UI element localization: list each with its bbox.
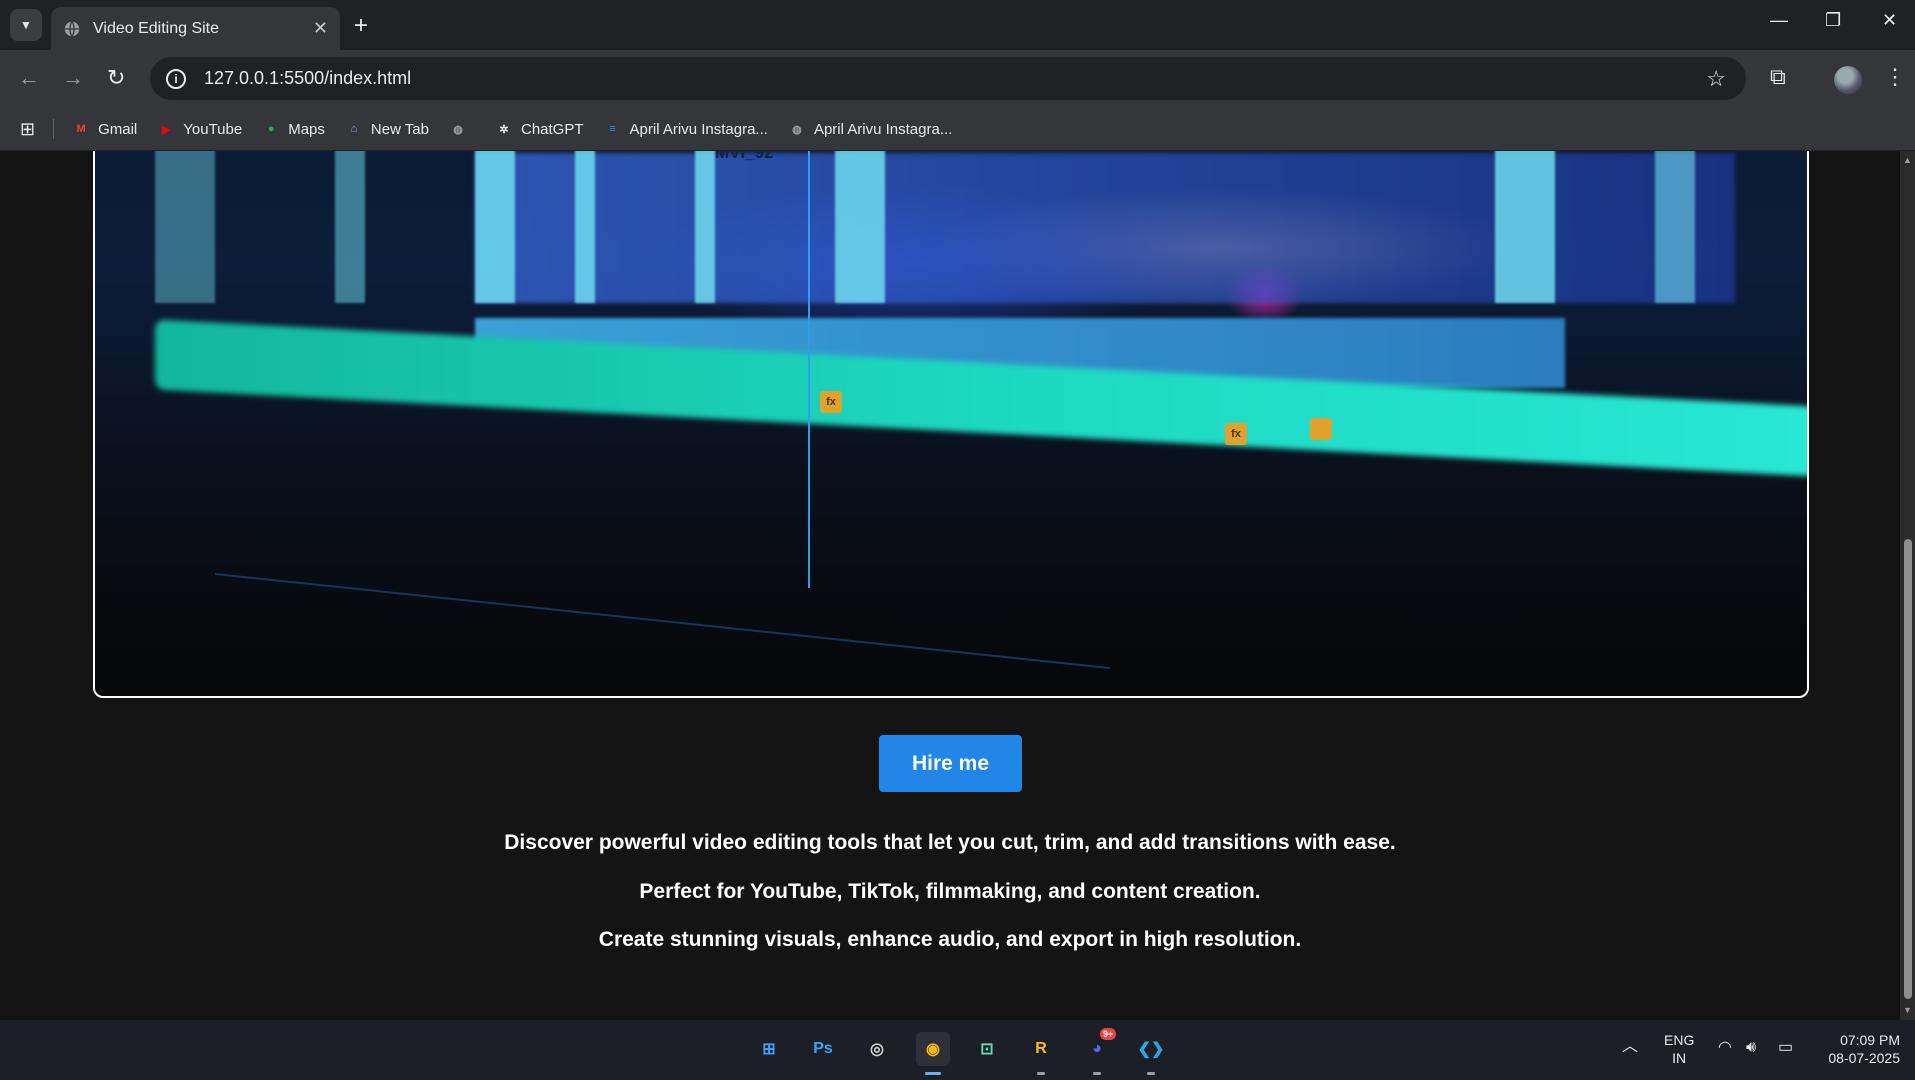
- gmail-icon: M: [76, 123, 86, 135]
- hire-me-button[interactable]: Hire me: [879, 735, 1022, 792]
- fx-icon: fx: [1225, 423, 1247, 445]
- bookmarks-bar: ⊞ M Gmail ▶ YouTube ● Maps ⌂ New Tab ◍ ✲ ChatGPT ≡ A…: [0, 108, 1915, 151]
- tagline-2: Perfect for YouTube, TikTok, filmmaking,…: [639, 880, 1261, 903]
- volume-icon[interactable]: 🔊︎: [1746, 1039, 1756, 1057]
- tab-search-button[interactable]: ▼: [10, 9, 42, 41]
- globe-icon: [64, 20, 80, 37]
- timeline-playhead: [808, 151, 810, 588]
- bookmark-label: Gmail: [98, 120, 138, 138]
- wifi-icon[interactable]: ◠: [1718, 1039, 1732, 1057]
- clock[interactable]: 07:09 PM 08-07-2025: [1816, 1031, 1900, 1067]
- bookmark-label: April Arivu Instagra...: [629, 120, 768, 138]
- tagline-3: Create stunning visuals, enhance audio, …: [598, 928, 1302, 951]
- browser-tabstrip: ▼ Video Editing Site ✕ + — ❐ ✕: [0, 0, 1915, 50]
- docs-icon: ≡: [609, 123, 616, 135]
- language-code: ENG: [1664, 1032, 1695, 1048]
- running-indicator: [1093, 1072, 1101, 1075]
- chevron-down-icon: ▼: [20, 18, 32, 32]
- address-bar[interactable]: i 127.0.0.1:5500/index.html ☆: [150, 57, 1746, 100]
- timeline-clip: [835, 151, 885, 303]
- bookmark-label: Maps: [288, 120, 325, 138]
- windows-start-icon[interactable]: ⊞: [752, 1032, 786, 1066]
- timeline-guide-line: [214, 573, 1111, 670]
- running-indicator: [1037, 1072, 1045, 1075]
- chrome-icon[interactable]: ◉: [916, 1032, 950, 1066]
- new-tab-button[interactable]: +: [354, 12, 368, 40]
- clip-label: MVI_92: [715, 151, 774, 162]
- scrollbar-thumb[interactable]: [1904, 539, 1912, 999]
- globe-icon: ◍: [453, 123, 463, 136]
- fx-icon: fx: [820, 391, 842, 413]
- bookmark-label: April Arivu Instagra...: [813, 120, 953, 138]
- windows-taskbar: ⊞ Ps ◎ ◉ ⊡ R ◕ 9+ ❮❯ ︿ ENG IN ◠ 🔊︎ ▭ 07:09 PM 08…: [0, 1020, 1915, 1080]
- globe-icon: ◍: [792, 123, 802, 136]
- obs-icon[interactable]: ◎: [860, 1032, 894, 1066]
- bookmark-april-arivu-instagra[interactable]: ◍ April Arivu Instagra...: [788, 120, 952, 138]
- tab-video-editing-site[interactable]: Video Editing Site ✕: [51, 7, 340, 50]
- menu-kebab-icon[interactable]: ⋮: [1884, 64, 1906, 90]
- battery-icon[interactable]: ▭: [1778, 1039, 1793, 1057]
- bookmark-label: ChatGPT: [521, 120, 584, 138]
- scroll-up-arrow-icon[interactable]: ▲: [1903, 155, 1912, 165]
- tab-title: Video Editing Site: [93, 19, 220, 37]
- photoshop-icon[interactable]: Ps: [806, 1032, 840, 1066]
- bookmark-chatgpt[interactable]: ✲ ChatGPT: [495, 120, 584, 138]
- reload-icon[interactable]: ↻: [107, 65, 125, 91]
- site-info-icon[interactable]: i: [166, 68, 186, 89]
- bookmark-gmail[interactable]: M Gmail: [72, 120, 138, 138]
- clock-date: 08-07-2025: [1828, 1050, 1900, 1066]
- page-scrollbar[interactable]: ▲ ▼: [1900, 151, 1915, 1020]
- timeline-clip: [1655, 151, 1695, 303]
- url-text[interactable]: 127.0.0.1:5500/index.html: [204, 68, 411, 89]
- restore-button[interactable]: ❐: [1825, 10, 1841, 31]
- browser-toolbar: ← → ↻ i 127.0.0.1:5500/index.html ☆ ⧉: [0, 50, 1915, 108]
- timeline-clip: [695, 151, 715, 303]
- close-icon[interactable]: ✕: [313, 18, 328, 39]
- app-green-icon[interactable]: ⊡: [970, 1032, 1004, 1066]
- maps-icon: ●: [267, 123, 275, 135]
- fx-icon: [1310, 418, 1332, 440]
- timeline-clip: [475, 151, 515, 303]
- profile-avatar[interactable]: [1834, 66, 1862, 94]
- minimize-button[interactable]: —: [1770, 10, 1788, 31]
- page-viewport: MVI_92 fx fx Hire me Discover powerful v…: [0, 151, 1915, 1020]
- bookmark-new-tab[interactable]: ⌂ New Tab: [345, 120, 429, 138]
- close-window-button[interactable]: ✕: [1882, 10, 1897, 31]
- hero-image: MVI_92 fx fx: [93, 151, 1809, 698]
- back-arrow-icon[interactable]: ←: [18, 65, 40, 91]
- bookmarks-divider: [53, 119, 55, 139]
- chevron-up-icon[interactable]: ︿: [1622, 1038, 1638, 1056]
- language-indicator[interactable]: ENG IN: [1664, 1031, 1694, 1067]
- youtube-icon: ▶: [162, 123, 171, 136]
- forward-arrow-icon[interactable]: →: [62, 65, 84, 91]
- running-indicator: [925, 1072, 941, 1075]
- region-code: IN: [1672, 1050, 1687, 1066]
- scroll-down-arrow-icon[interactable]: ▼: [1903, 1005, 1912, 1015]
- timeline-clip: [155, 151, 215, 303]
- app-r-icon[interactable]: R: [1024, 1032, 1058, 1066]
- timeline-clip: [335, 151, 365, 303]
- bookmark-star-icon[interactable]: ☆: [1706, 66, 1726, 92]
- bookmark-globe[interactable]: ◍: [449, 120, 475, 138]
- timeline-clip: [575, 151, 595, 303]
- chatgpt-icon: ✲: [499, 123, 509, 136]
- notification-badge: 9+: [1100, 1028, 1117, 1040]
- new-tab-icon: ⌂: [350, 123, 358, 135]
- apps-grid-icon[interactable]: ⊞: [20, 119, 35, 140]
- bookmark-label: New Tab: [370, 120, 429, 138]
- vscode-icon[interactable]: ❮❯: [1134, 1032, 1168, 1066]
- bookmark-label: YouTube: [183, 120, 243, 138]
- extensions-icon[interactable]: ⧉: [1770, 64, 1786, 90]
- bookmark-maps[interactable]: ● Maps: [262, 120, 325, 138]
- clock-time: 07:09 PM: [1840, 1032, 1900, 1048]
- timeline-clip: [1495, 151, 1555, 303]
- bookmark-youtube[interactable]: ▶ YouTube: [157, 120, 242, 138]
- tagline-1: Discover powerful video editing tools th…: [504, 831, 1396, 854]
- bookmark-april-arivu-instagra[interactable]: ≡ April Arivu Instagra...: [604, 120, 768, 138]
- running-indicator: [1147, 1072, 1155, 1075]
